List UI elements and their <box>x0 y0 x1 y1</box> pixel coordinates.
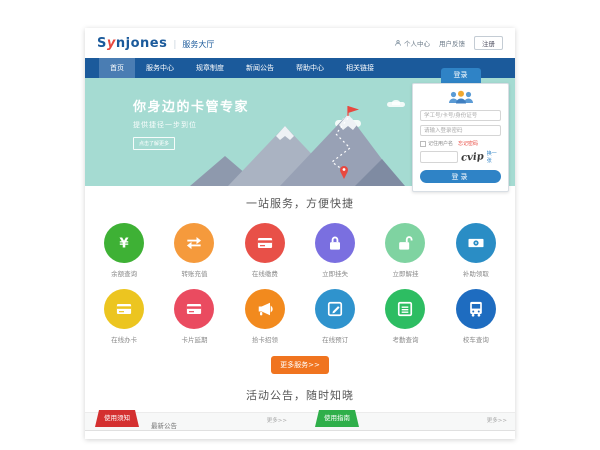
logo-tagline: 服务大厅 <box>182 39 214 50</box>
unlock-icon <box>385 223 425 263</box>
hero-subtitle: 提供捷径一步到位 <box>133 120 249 130</box>
service-label: 在线缴费 <box>230 268 300 278</box>
service-item[interactable]: ¥ 余额查询 <box>89 223 159 278</box>
service-label: 拾卡招领 <box>230 334 300 344</box>
logo[interactable]: Synjones | 服务大厅 <box>97 36 214 51</box>
nav-item-1[interactable]: 服务中心 <box>135 58 185 78</box>
bus-icon <box>456 289 496 329</box>
service-item[interactable]: 在线预订 <box>300 289 370 344</box>
user-feedback-link[interactable]: 用户反馈 <box>439 38 465 48</box>
service-label: 校车查询 <box>441 334 511 344</box>
header-links: 个人中心 用户反馈 注册 <box>394 36 503 50</box>
login-submit-button[interactable]: 登录 <box>420 170 501 183</box>
usage-notice-ribbon-tab[interactable]: 使用须知 <box>95 410 139 427</box>
header: Synjones | 服务大厅 个人中心 用户反馈 注册 <box>85 28 515 58</box>
services-grid: ¥ 余额查询转账充值在线缴费立即挂失立即解挂补助领取在线办卡卡片延期拾卡招领在线预… <box>89 223 511 344</box>
captcha-row: cvip 换一张 <box>420 150 501 164</box>
remember-checkbox[interactable] <box>420 141 426 147</box>
password-input[interactable] <box>420 125 501 136</box>
captcha-image: cvip <box>461 151 484 164</box>
left-more-link[interactable]: 更多>> <box>267 413 287 430</box>
card-icon <box>174 289 214 329</box>
nav-item-4[interactable]: 帮助中心 <box>285 58 335 78</box>
right-panel: 使用指南 更多>> <box>307 413 513 430</box>
service-label: 转账充值 <box>159 268 229 278</box>
services-section: 一站服务，方便快捷 ¥ 余额查询转账充值在线缴费立即挂失立即解挂补助领取在线办卡卡… <box>85 186 515 374</box>
captcha-refresh-link[interactable]: 换一张 <box>487 150 501 164</box>
service-item[interactable]: 在线办卡 <box>89 289 159 344</box>
nav-item-3[interactable]: 新闻公告 <box>235 58 285 78</box>
hero-text: 你身边的卡管专家 提供捷径一步到位 点击了解更多 <box>133 96 249 150</box>
edit-icon <box>315 289 355 329</box>
announcements-title: 活动公告，随时知晓 <box>85 387 515 403</box>
service-item[interactable]: 拾卡招领 <box>230 289 300 344</box>
register-button[interactable]: 注册 <box>474 36 503 50</box>
page: Synjones | 服务大厅 个人中心 用户反馈 注册 首页服务中心规章制度新… <box>85 28 515 439</box>
service-label: 卡片延期 <box>159 334 229 344</box>
card-icon <box>104 289 144 329</box>
hero-title: 你身边的卡管专家 <box>133 96 249 115</box>
banknote-icon <box>456 223 496 263</box>
logo-text: Synjones <box>97 36 167 51</box>
latest-announcements-tab[interactable]: 最新公告 <box>151 418 177 435</box>
nav-item-5[interactable]: 相关链接 <box>335 58 385 78</box>
captcha-input[interactable] <box>420 151 458 163</box>
login-tab[interactable]: 登录 <box>441 68 481 83</box>
nav-item-0[interactable]: 首页 <box>99 58 135 78</box>
person-icon <box>394 39 402 47</box>
left-panel: 使用须知 最新公告 更多>> <box>87 413 293 430</box>
service-label: 在线预订 <box>300 334 370 344</box>
service-item[interactable]: 转账充值 <box>159 223 229 278</box>
yen-icon: ¥ <box>104 223 144 263</box>
service-label: 考勤查询 <box>370 334 440 344</box>
lock-icon <box>315 223 355 263</box>
remember-label: 记住用户名 <box>428 140 453 147</box>
logo-divider: | <box>173 40 176 50</box>
nav-item-2[interactable]: 规章制度 <box>185 58 235 78</box>
hero-cta-button[interactable]: 点击了解更多 <box>133 137 175 150</box>
hero-banner: 你身边的卡管专家 提供捷径一步到位 点击了解更多 登录 <box>85 78 515 186</box>
service-item[interactable]: 校车查询 <box>441 289 511 344</box>
service-item[interactable]: 考勤查询 <box>370 289 440 344</box>
service-item[interactable]: 卡片延期 <box>159 289 229 344</box>
transfer-icon <box>174 223 214 263</box>
usage-guide-ribbon-tab[interactable]: 使用指南 <box>315 410 359 427</box>
personal-center-link[interactable]: 个人中心 <box>394 38 430 48</box>
logo-accent: y <box>107 36 116 51</box>
service-item[interactable]: 补助领取 <box>441 223 511 278</box>
service-item[interactable]: 在线缴费 <box>230 223 300 278</box>
login-options: 记住用户名 忘记密码 <box>420 140 501 147</box>
announcements-tabs: 使用须知 最新公告 更多>> 使用指南 更多>> <box>85 412 515 431</box>
services-title: 一站服务，方便快捷 <box>85 195 515 211</box>
announcements-section: 活动公告，随时知晓 使用须知 最新公告 更多>> 使用指南 更多>> <box>85 387 515 431</box>
right-more-link[interactable]: 更多>> <box>487 413 507 430</box>
list-icon <box>385 289 425 329</box>
service-label: 补助领取 <box>441 268 511 278</box>
service-item[interactable]: 立即解挂 <box>370 223 440 278</box>
service-label: 立即解挂 <box>370 268 440 278</box>
service-label: 余额查询 <box>89 268 159 278</box>
svg-text:¥: ¥ <box>120 237 130 252</box>
login-panel: 登录 记住用户名 忘记密码 cvip 换一张 <box>412 68 509 192</box>
login-form: 记住用户名 忘记密码 cvip 换一张 登录 <box>412 83 509 192</box>
service-item[interactable]: 立即挂失 <box>300 223 370 278</box>
more-services-button[interactable]: 更多服务>> <box>271 356 329 374</box>
users-icon <box>447 90 475 105</box>
megaphone-icon <box>245 289 285 329</box>
service-label: 立即挂失 <box>300 268 370 278</box>
forgot-password-link[interactable]: 忘记密码 <box>458 140 478 147</box>
account-input[interactable] <box>420 110 501 121</box>
service-label: 在线办卡 <box>89 334 159 344</box>
card-icon <box>245 223 285 263</box>
